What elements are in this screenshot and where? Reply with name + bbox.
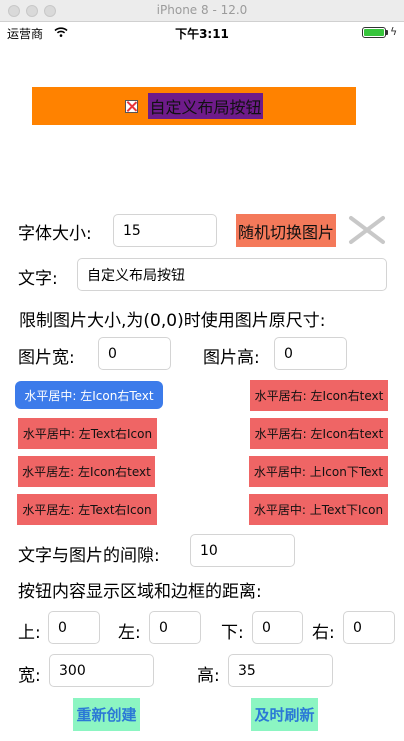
image-height-label: 图片高: — [203, 348, 260, 368]
inset-top-label: 上: — [18, 623, 41, 643]
font-size-input[interactable]: 15 — [113, 214, 217, 247]
layout-left-text-left-button[interactable]: 水平居左: 左Text右Icon — [17, 494, 157, 525]
battery-tip — [386, 30, 388, 35]
layout-right-icon-left-button[interactable]: 水平居右: 左Icon右text — [250, 380, 388, 411]
height-label: 高: — [197, 666, 220, 686]
custom-layout-demo-button[interactable]: 自定义布局按钮 — [32, 87, 356, 125]
refresh-button[interactable]: 及时刷新 — [251, 698, 318, 731]
image-width-label: 图片宽: — [18, 348, 75, 368]
spacing-label: 文字与图片的间隙: — [18, 546, 160, 566]
inset-left-input[interactable]: 0 — [149, 611, 201, 644]
inset-right-input[interactable]: 0 — [343, 611, 395, 644]
layout-center-text-top-button[interactable]: 水平居中: 上Text下Icon — [249, 494, 388, 525]
random-image-button[interactable]: 随机切换图片 — [236, 214, 336, 247]
layout-center-icon-top-button[interactable]: 水平居中: 上Icon下Text — [249, 456, 388, 487]
status-time: 下午3:11 — [175, 27, 229, 41]
broken-image-icon — [125, 99, 139, 113]
inset-bottom-label: 下: — [221, 623, 244, 643]
image-width-input[interactable]: 0 — [98, 337, 171, 370]
inset-bottom-input[interactable]: 0 — [252, 611, 303, 644]
layout-right-icon-left-button-2[interactable]: 水平居右: 左Icon右text — [250, 418, 388, 449]
width-label: 宽: — [18, 666, 41, 686]
height-input[interactable]: 35 — [228, 654, 333, 687]
inset-top-input[interactable]: 0 — [48, 611, 100, 644]
image-height-input[interactable]: 0 — [274, 337, 347, 370]
demo-button-label: 自定义布局按钮 — [148, 93, 263, 119]
layout-left-icon-left-button[interactable]: 水平居左: 左Icon右text — [18, 456, 155, 487]
status-bar: 运营商 下午3:11 ϟ — [0, 22, 404, 42]
battery-icon — [362, 27, 386, 38]
width-input[interactable]: 300 — [49, 654, 154, 687]
layout-center-text-left-button[interactable]: 水平居中: 左Text右Icon — [18, 418, 157, 449]
button-text-input[interactable]: 自定义布局按钮 — [77, 258, 387, 291]
inset-right-label: 右: — [312, 623, 335, 643]
inset-left-label: 左: — [118, 623, 141, 643]
charging-bolt-icon: ϟ — [390, 25, 398, 38]
spacing-input[interactable]: 10 — [190, 534, 295, 567]
insets-note: 按钮内容显示区域和边框的距离: — [18, 582, 262, 602]
window-title: iPhone 8 - 12.0 — [156, 3, 248, 17]
font-size-label: 字体大小: — [18, 224, 92, 244]
simulator-title-bar: iPhone 8 - 12.0 — [0, 0, 404, 22]
image-size-note: 限制图片大小,为(0,0)时使用图片原尺寸: — [19, 311, 326, 331]
recreate-button[interactable]: 重新创建 — [73, 698, 140, 731]
text-label: 文字: — [18, 269, 58, 289]
close-x-icon[interactable] — [348, 214, 386, 246]
layout-center-icon-left-button[interactable]: 水平居中: 左Icon右Text — [15, 381, 163, 409]
